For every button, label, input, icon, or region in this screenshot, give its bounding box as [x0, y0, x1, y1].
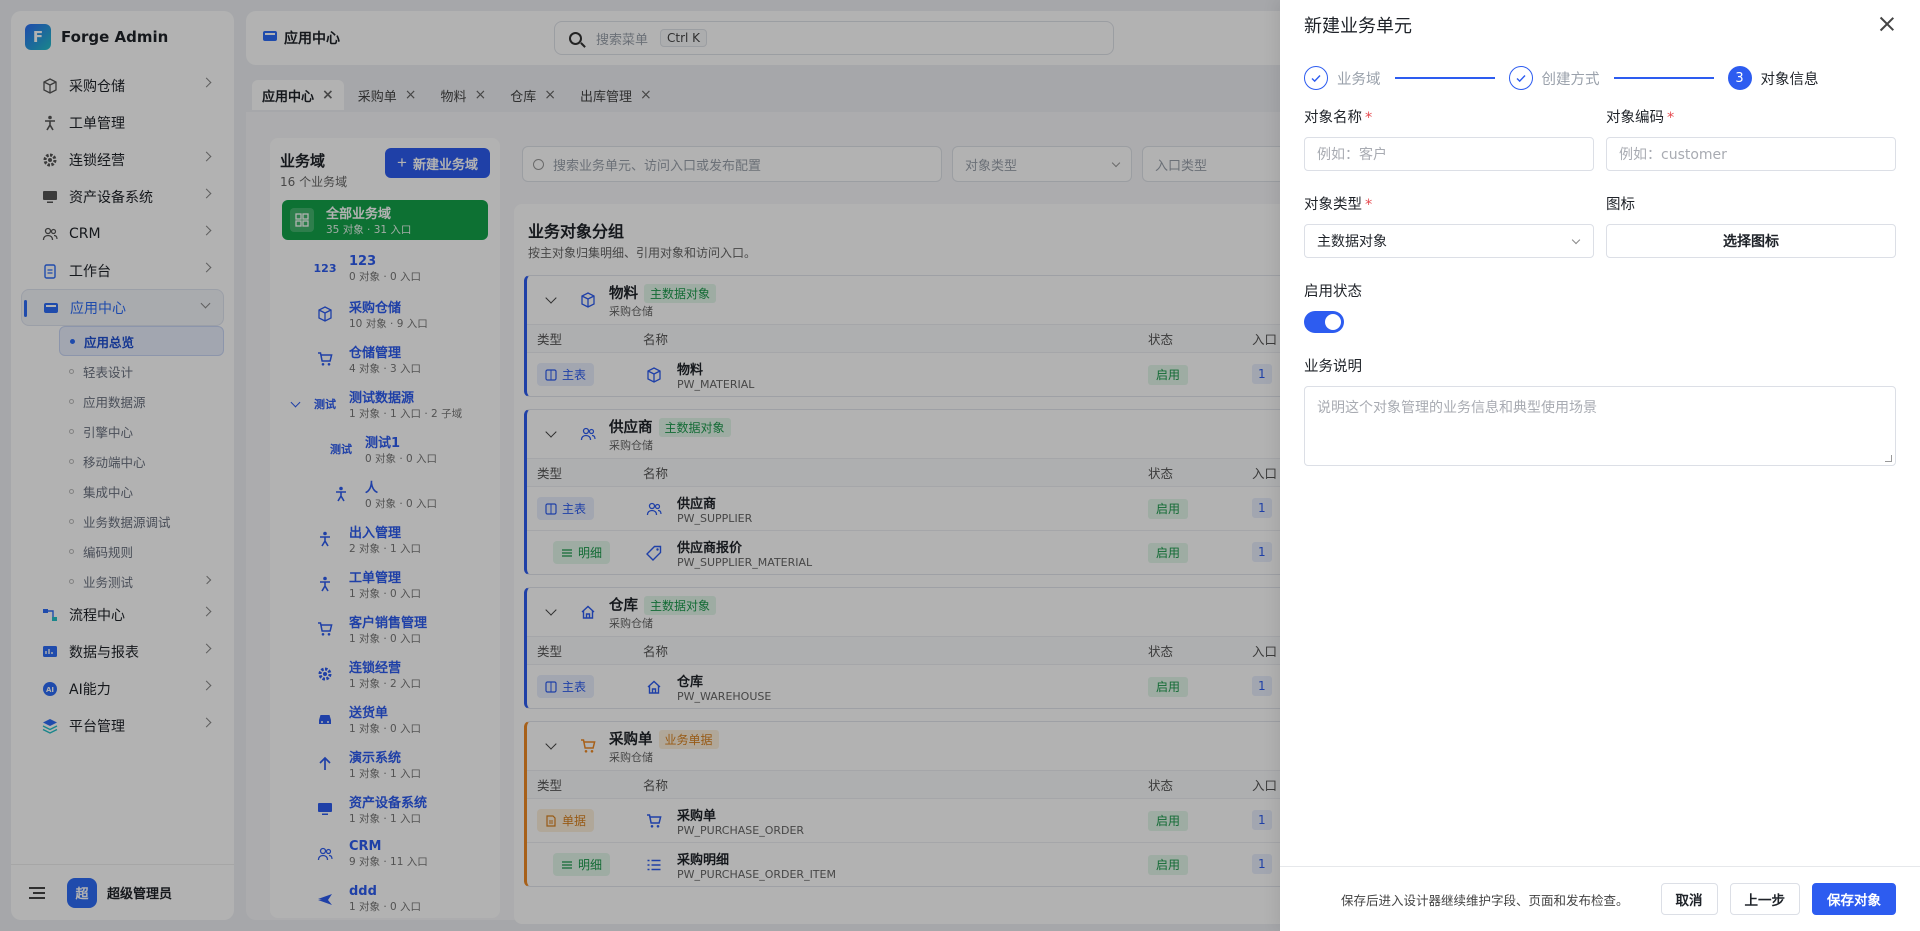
close-icon[interactable] — [1878, 15, 1896, 33]
desc-label: 业务说明 — [1304, 359, 1362, 375]
desc-textarea[interactable]: 说明这个对象管理的业务信息和典型使用场景 — [1304, 386, 1896, 466]
step-label: 对象信息 — [1760, 71, 1819, 88]
step-connector — [1394, 77, 1495, 79]
required-mark: * — [1365, 110, 1373, 126]
name-label-text: 对象名称 — [1304, 110, 1362, 126]
type-label-text: 对象类型 — [1304, 197, 1362, 213]
drawer-title: 新建业务单元 — [1304, 16, 1412, 37]
step-connector — [1613, 77, 1714, 79]
check-icon — [1508, 66, 1533, 90]
object-type-field[interactable]: 主数据对象 — [1304, 224, 1594, 258]
drawer-footer: 保存后进入设计器继续维护字段、页面和发布检查。 取消 上一步 保存对象 — [1280, 866, 1920, 931]
new-unit-drawer: 新建业务单元 业务域 创建方式 3 对象信息 对象名称 * 例如：客户 对象编码 * 例如… — [1280, 0, 1920, 931]
name-label: 对象名称 * — [1304, 106, 1594, 127]
icon-label: 图标 — [1606, 197, 1635, 213]
required-mark: * — [1667, 110, 1675, 126]
object-code-input[interactable]: 例如：customer — [1606, 137, 1896, 171]
code-label-text: 对象编码 — [1606, 110, 1664, 126]
type-label: 对象类型 * — [1304, 193, 1594, 214]
step-0: 业务域 — [1304, 66, 1381, 90]
choose-icon-button[interactable]: 选择图标 — [1606, 224, 1896, 258]
drawer-header: 新建业务单元 — [1280, 0, 1920, 50]
modal-mask[interactable] — [0, 0, 1280, 931]
step-label: 创建方式 — [1541, 71, 1600, 88]
footer-hint: 保存后进入设计器继续维护字段、页面和发布检查。 — [1340, 892, 1629, 908]
cancel-button[interactable]: 取消 — [1660, 883, 1718, 915]
step-2: 3 对象信息 — [1727, 66, 1819, 90]
steps: 业务域 创建方式 3 对象信息 — [1280, 50, 1920, 106]
enabled-toggle[interactable] — [1304, 311, 1344, 333]
prev-step-button[interactable]: 上一步 — [1729, 883, 1800, 915]
required-mark: * — [1365, 197, 1373, 213]
step-number: 3 — [1727, 66, 1752, 90]
step-label: 业务域 — [1337, 71, 1381, 88]
code-label: 对象编码 * — [1606, 106, 1896, 127]
enabled-label: 启用状态 — [1304, 284, 1362, 300]
object-form: 对象名称 * 例如：客户 对象编码 * 例如：customer 对象类型 * 主数据对… — [1280, 106, 1920, 466]
save-object-button[interactable]: 保存对象 — [1812, 883, 1896, 915]
chevron-down-icon — [1571, 235, 1581, 245]
step-1: 创建方式 — [1508, 66, 1600, 90]
object-name-input[interactable]: 例如：客户 — [1304, 137, 1594, 171]
object-type-value: 主数据对象 — [1317, 234, 1387, 250]
check-icon — [1304, 66, 1328, 90]
